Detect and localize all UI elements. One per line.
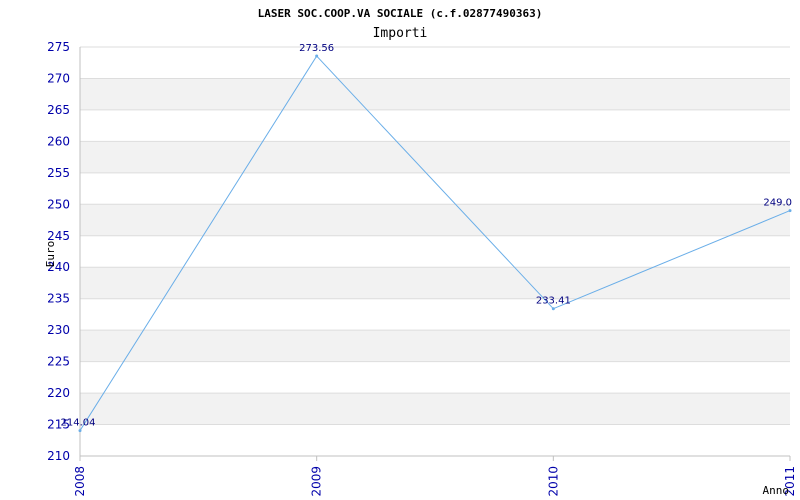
data-point <box>551 307 555 311</box>
data-label: 233.41 <box>536 296 571 307</box>
data-point <box>788 209 792 213</box>
grid-band <box>80 424 790 456</box>
line-chart: 2102152202252302352402452502552602652702… <box>44 7 797 497</box>
grid-band <box>80 330 790 362</box>
chart-title: LASER SOC.COOP.VA SOCIALE (c.f.028774903… <box>258 7 543 20</box>
x-axis-label: Anno <box>763 484 790 497</box>
y-tick-label: 210 <box>47 449 70 463</box>
grid-band <box>80 361 790 394</box>
grid-band <box>80 298 790 331</box>
y-tick-label: 230 <box>47 323 70 337</box>
x-tick-label: 2009 <box>310 466 324 497</box>
y-axis-label: Euro <box>44 241 57 268</box>
x-tick-label: 2010 <box>546 466 560 497</box>
grid-band <box>80 141 790 173</box>
grid-band <box>80 47 790 79</box>
data-label: 214.04 <box>61 418 96 429</box>
y-tick-label: 250 <box>47 197 70 211</box>
grid-bands <box>80 47 790 456</box>
y-tick-label: 255 <box>47 166 70 180</box>
y-tick-label: 225 <box>47 355 70 369</box>
grid-band <box>80 267 790 299</box>
y-tick-label: 260 <box>47 134 70 148</box>
chart-subtitle: Importi <box>373 26 428 41</box>
y-tick-label: 245 <box>47 229 70 243</box>
y-tick-label: 220 <box>47 386 70 400</box>
grid-band <box>80 109 790 142</box>
grid-band <box>80 78 790 110</box>
grid-band <box>80 172 790 205</box>
data-point <box>315 54 319 58</box>
y-tick-label: 275 <box>47 40 70 54</box>
grid-band <box>80 204 790 236</box>
grid-band <box>80 393 790 425</box>
y-tick-label: 235 <box>47 292 70 306</box>
y-tick-label: 265 <box>47 103 70 117</box>
data-point <box>78 429 82 433</box>
data-label: 273.56 <box>299 43 334 54</box>
x-axis-ticks: 2008 2009 2010 2011 <box>73 456 797 497</box>
data-label: 249.0 <box>763 198 792 209</box>
x-tick-label: 2008 <box>73 466 87 497</box>
y-tick-label: 270 <box>47 71 70 85</box>
